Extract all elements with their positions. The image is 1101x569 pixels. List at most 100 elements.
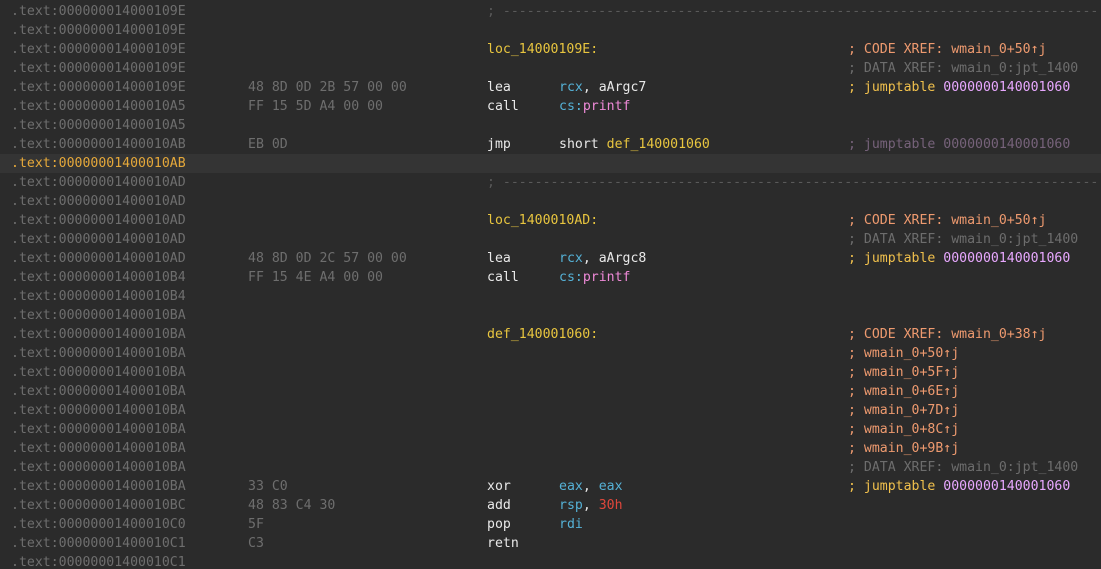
xref-comment: ; wmain_0+50↑j <box>848 346 960 361</box>
xref-comment: ; CODE XREF: wmain_0+38↑j <box>848 327 1047 342</box>
listing-line[interactable]: .text:00000001400010C0 5F pop rdi <box>0 515 1101 534</box>
line-address: .text:00000001400010AD <box>11 232 186 247</box>
line-address: .text:000000014000109E <box>11 23 186 38</box>
line-address: .text:00000001400010BA <box>11 384 186 399</box>
xref-comment: ; CODE XREF: wmain_0+50↑j <box>848 213 1047 228</box>
listing-line[interactable]: .text:00000001400010AD ; DATA XREF: wmai… <box>0 230 1101 249</box>
jumptable-comment: ; jumptable 0000000140001060 <box>848 80 1071 95</box>
line-address: .text:000000014000109E <box>11 4 186 19</box>
register-operand[interactable]: rsp <box>559 498 583 513</box>
mnemonic: jmp <box>487 137 511 152</box>
listing-line[interactable]: .text:00000001400010AD 48 8D 0D 2C 57 00… <box>0 249 1101 268</box>
code-label[interactable]: def_140001060: <box>487 325 598 344</box>
disassembly-listing[interactable]: .text:000000014000109E ; ---------------… <box>0 0 1101 569</box>
xref-comment: ; DATA XREF: wmain_0:jpt_1400 <box>848 460 1079 475</box>
line-address: .text:00000001400010AD <box>11 194 186 209</box>
listing-line[interactable]: .text:00000001400010AD <box>0 192 1101 211</box>
register-operand[interactable]: eax <box>559 479 583 494</box>
opcode-bytes: C3 <box>248 536 264 551</box>
line-address: .text:00000001400010AD <box>11 175 186 190</box>
line-address: .text:00000001400010BA <box>11 346 186 361</box>
xref-link[interactable]: wmain_0:jpt_1400 <box>951 460 1078 475</box>
xref-comment: ; DATA XREF: wmain_0:jpt_1400 <box>848 232 1079 247</box>
mnemonic: xor <box>487 479 511 494</box>
listing-line[interactable]: .text:00000001400010A5 <box>0 116 1101 135</box>
current-line[interactable]: .text:00000001400010AB <box>0 154 1101 173</box>
listing-line[interactable]: .text:00000001400010BA ; wmain_0+50↑j <box>0 344 1101 363</box>
listing-line[interactable]: .text:00000001400010BA ; wmain_0+7D↑j <box>0 401 1101 420</box>
xref-link[interactable]: wmain_0+6E↑j <box>864 384 959 399</box>
line-address: .text:00000001400010B4 <box>11 270 186 285</box>
symbol-operand[interactable]: aArgc8 <box>599 251 647 266</box>
line-address: .text:00000001400010C0 <box>11 517 186 532</box>
register-operand[interactable]: rdi <box>559 517 583 532</box>
operands: rdi <box>559 515 583 534</box>
listing-line[interactable]: .text:00000001400010BA ; wmain_0+8C↑j <box>0 420 1101 439</box>
register-operand[interactable]: rcx <box>559 251 583 266</box>
xref-link[interactable]: wmain_0+5F↑j <box>864 365 959 380</box>
listing-line[interactable]: .text:000000014000109E 48 8D 0D 2B 57 00… <box>0 78 1101 97</box>
listing-line[interactable]: .text:00000001400010AB EB 0D jmp short d… <box>0 135 1101 154</box>
xref-link[interactable]: wmain_0+9B↑j <box>864 441 959 456</box>
listing-line[interactable]: .text:00000001400010A5 FF 15 5D A4 00 00… <box>0 97 1101 116</box>
line-address: .text:00000001400010BC <box>11 498 186 513</box>
line-address: .text:00000001400010BA <box>11 460 186 475</box>
line-address: .text:00000001400010BA <box>11 422 186 437</box>
listing-line[interactable]: .text:00000001400010AD ; ---------------… <box>0 173 1101 192</box>
opcode-bytes: EB 0D <box>248 137 288 152</box>
code-label[interactable]: loc_1400010AD: <box>487 211 598 230</box>
mnemonic: retn <box>487 536 519 551</box>
listing-line[interactable]: .text:000000014000109E ; DATA XREF: wmai… <box>0 59 1101 78</box>
xref-link[interactable]: wmain_0+8C↑j <box>864 422 959 437</box>
xref-link[interactable]: wmain_0+50↑j <box>951 42 1046 57</box>
xref-link[interactable]: wmain_0+50↑j <box>864 346 959 361</box>
listing-line[interactable]: .text:00000001400010BC 48 83 C4 30 add r… <box>0 496 1101 515</box>
register-operand[interactable]: rcx <box>559 80 583 95</box>
listing-line[interactable]: .text:00000001400010BA ; wmain_0+9B↑j <box>0 439 1101 458</box>
listing-line[interactable]: .text:00000001400010B4 <box>0 287 1101 306</box>
opcode-bytes: 48 8D 0D 2B 57 00 00 <box>248 80 407 95</box>
listing-line[interactable]: .text:00000001400010BA 33 C0 xor eax, ea… <box>0 477 1101 496</box>
xref-comment: ; CODE XREF: wmain_0+50↑j <box>848 42 1047 57</box>
line-address: .text:00000001400010BA <box>11 327 186 342</box>
listing-line[interactable]: .text:00000001400010BA ; DATA XREF: wmai… <box>0 458 1101 477</box>
xref-comment: ; wmain_0+7D↑j <box>848 403 960 418</box>
opcode-bytes: FF 15 5D A4 00 00 <box>248 99 383 114</box>
line-address: .text:00000001400010BA <box>11 479 186 494</box>
line-address: .text:00000001400010B4 <box>11 289 186 304</box>
listing-line[interactable]: .text:00000001400010BA def_140001060: ; … <box>0 325 1101 344</box>
listing-line[interactable]: .text:00000001400010B4 FF 15 4E A4 00 00… <box>0 268 1101 287</box>
xref-link[interactable]: wmain_0+50↑j <box>951 213 1046 228</box>
listing-line[interactable]: .text:00000001400010AD loc_1400010AD: ; … <box>0 211 1101 230</box>
xref-link[interactable]: wmain_0:jpt_1400 <box>951 61 1078 76</box>
listing-line[interactable]: .text:00000001400010BA ; wmain_0+5F↑j <box>0 363 1101 382</box>
jump-target[interactable]: def_140001060 <box>607 137 710 152</box>
listing-line[interactable]: .text:000000014000109E <box>0 21 1101 40</box>
listing-line[interactable]: .text:000000014000109E loc_14000109E: ; … <box>0 40 1101 59</box>
listing-line[interactable]: .text:000000014000109E ; ---------------… <box>0 2 1101 21</box>
jumptable-comment: ; jumptable 0000000140001060 <box>848 137 1071 152</box>
listing-line[interactable]: .text:00000001400010BA ; wmain_0+6E↑j <box>0 382 1101 401</box>
xref-comment: ; wmain_0+5F↑j <box>848 365 960 380</box>
operands: cs:printf <box>559 270 631 285</box>
line-address: .text:00000001400010BA <box>11 308 186 323</box>
register-operand[interactable]: eax <box>599 479 623 494</box>
mnemonic: lea <box>487 251 511 266</box>
opcode-bytes: 48 83 C4 30 <box>248 498 336 513</box>
function-operand[interactable]: printf <box>583 270 631 285</box>
xref-link[interactable]: wmain_0+7D↑j <box>864 403 959 418</box>
mnemonic: add <box>487 498 511 513</box>
operands: cs:printf <box>559 99 631 114</box>
opcode-bytes: 33 C0 <box>248 479 288 494</box>
xref-link[interactable]: wmain_0:jpt_1400 <box>951 232 1078 247</box>
listing-line[interactable]: .text:00000001400010C1 C3 retn <box>0 534 1101 553</box>
code-label[interactable]: loc_14000109E: <box>487 40 598 59</box>
function-operand[interactable]: printf <box>583 99 631 114</box>
xref-link[interactable]: wmain_0+38↑j <box>951 327 1046 342</box>
line-address: .text:00000001400010BA <box>11 365 186 380</box>
opcode-bytes: FF 15 4E A4 00 00 <box>248 270 383 285</box>
opcode-bytes: 48 8D 0D 2C 57 00 00 <box>248 251 407 266</box>
xref-comment: ; DATA XREF: wmain_0:jpt_1400 <box>848 61 1079 76</box>
listing-line[interactable]: .text:00000001400010BA <box>0 306 1101 325</box>
symbol-operand[interactable]: aArgc7 <box>599 80 647 95</box>
